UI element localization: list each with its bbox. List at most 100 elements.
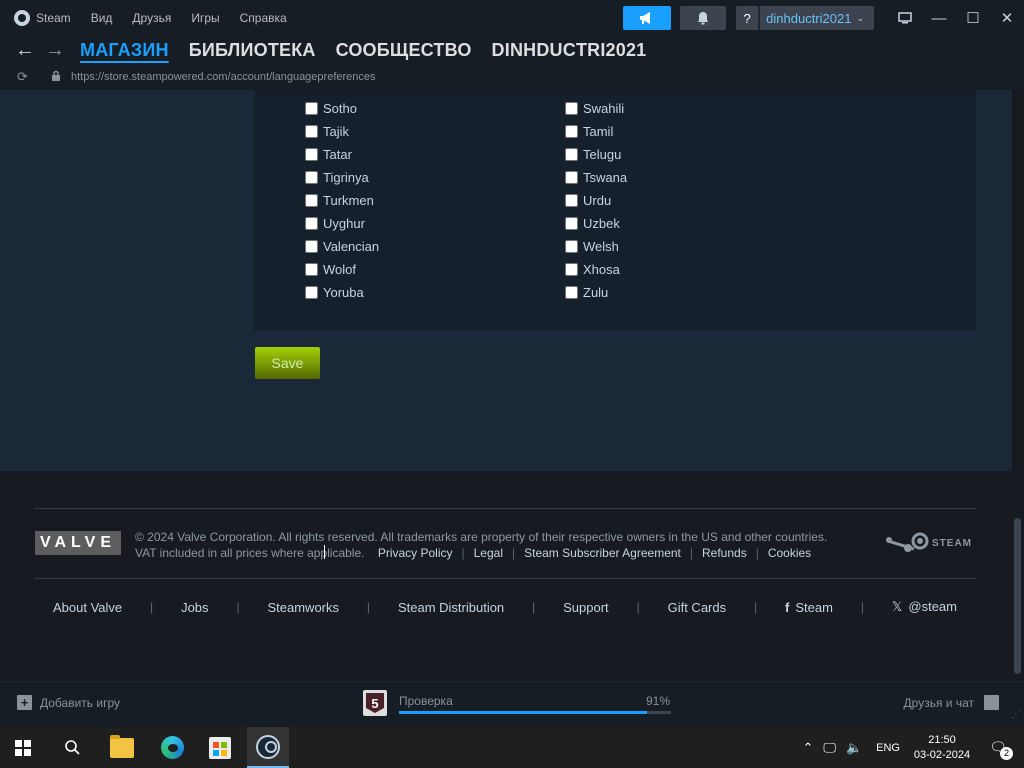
language-checkbox[interactable] — [565, 171, 578, 184]
language-checkbox[interactable] — [305, 217, 318, 230]
language-option[interactable]: Zulu — [565, 281, 627, 304]
language-checkbox[interactable] — [565, 148, 578, 161]
forward-arrow-icon[interactable]: → — [40, 39, 70, 62]
x-steam-link[interactable]: 𝕏 @steam — [892, 599, 957, 615]
tab-store[interactable]: МАГАЗИН — [80, 40, 169, 61]
language-checkbox[interactable] — [305, 286, 318, 299]
language-checkbox[interactable] — [565, 263, 578, 276]
language-option[interactable]: Welsh — [565, 235, 627, 258]
language-checkbox[interactable] — [305, 171, 318, 184]
language-checkbox[interactable] — [565, 286, 578, 299]
language-option[interactable]: Tswana — [565, 166, 627, 189]
language-checkbox[interactable] — [565, 125, 578, 138]
save-button[interactable]: Save — [255, 347, 320, 379]
language-option[interactable]: Uyghur — [305, 212, 379, 235]
language-checkbox[interactable] — [565, 102, 578, 115]
add-game-button[interactable]: + Добавить игру — [17, 695, 120, 710]
valve-logo[interactable]: VALVE — [35, 531, 121, 555]
gift-cards-link[interactable]: Gift Cards — [668, 600, 727, 615]
back-arrow-icon[interactable]: ← — [10, 39, 40, 62]
download-progress-bar[interactable] — [399, 711, 671, 714]
language-option[interactable]: Telugu — [565, 143, 627, 166]
language-option[interactable]: Yoruba — [305, 281, 379, 304]
input-language[interactable]: ENG — [876, 742, 900, 754]
search-button[interactable] — [55, 727, 89, 768]
tab-profile[interactable]: DINHDUCTRI2021 — [492, 40, 647, 61]
notification-center-button[interactable]: 🗨 2 — [986, 736, 1013, 760]
language-option[interactable]: Tamil — [565, 120, 627, 143]
language-option[interactable]: Urdu — [565, 189, 627, 212]
network-icon[interactable]: 🖵 — [823, 740, 836, 756]
language-label: Tigrinya — [323, 170, 369, 185]
volume-muted-icon[interactable]: 🔈 — [846, 740, 862, 756]
language-checkbox[interactable] — [305, 194, 318, 207]
menu-help[interactable]: Справка — [240, 11, 287, 25]
tab-community[interactable]: СООБЩЕСТВО — [336, 40, 472, 61]
language-checkbox[interactable] — [305, 125, 318, 138]
steam-distribution-link[interactable]: Steam Distribution — [398, 600, 504, 615]
system-tray: ⌃ 🖵 🔈 ENG 21:50 03-02-2024 🗨 2 — [803, 727, 1024, 768]
privacy-policy-link[interactable]: Privacy Policy — [378, 546, 453, 560]
friends-chat-button[interactable]: Друзья и чат — [904, 695, 999, 710]
language-option[interactable]: Sotho — [305, 97, 379, 120]
menu-friends[interactable]: Друзья — [132, 11, 171, 25]
close-button[interactable]: ✕ — [990, 0, 1024, 36]
language-option[interactable]: Tatar — [305, 143, 379, 166]
title-bar: Steam Вид Друзья Игры Справка ? dinhduct… — [0, 0, 1024, 36]
ssa-link[interactable]: Steam Subscriber Agreement — [524, 546, 681, 560]
language-option[interactable]: Tajik — [305, 120, 379, 143]
legal-link[interactable]: Legal — [474, 546, 503, 560]
language-checkbox[interactable] — [305, 240, 318, 253]
main-content: Sotho Tajik Tatar Tigrinya Turkmen Uyghur Vale… — [0, 90, 1012, 471]
menu-view[interactable]: Вид — [91, 11, 113, 25]
menu-steam[interactable]: Steam — [14, 10, 71, 26]
announcements-button[interactable] — [623, 6, 672, 30]
start-button[interactable] — [8, 727, 38, 768]
maximize-button[interactable]: ☐ — [956, 0, 990, 36]
language-option[interactable]: Uzbek — [565, 212, 627, 235]
account-menu-button[interactable]: dinhductri2021 ⌄ — [758, 6, 874, 30]
language-option[interactable]: Xhosa — [565, 258, 627, 281]
language-checkbox[interactable] — [305, 263, 318, 276]
edge-button[interactable] — [151, 727, 193, 768]
language-option[interactable]: Tigrinya — [305, 166, 379, 189]
download-status-label[interactable]: Проверка — [399, 694, 453, 708]
tab-library[interactable]: БИБЛИОТЕКА — [189, 40, 316, 61]
download-progress-fill — [399, 711, 647, 714]
store-button[interactable] — [199, 727, 241, 768]
resize-grip-icon[interactable]: ⋰ — [1011, 709, 1021, 720]
language-checkbox[interactable] — [565, 240, 578, 253]
about-valve-link[interactable]: About Valve — [53, 600, 122, 615]
menu-games[interactable]: Игры — [191, 11, 219, 25]
clock[interactable]: 21:50 03-02-2024 — [912, 733, 972, 763]
steam-taskbar-button[interactable] — [247, 727, 289, 768]
url-text[interactable]: https://store.steampowered.com/account/l… — [71, 71, 376, 83]
file-explorer-button[interactable] — [101, 727, 143, 768]
language-option[interactable]: Swahili — [565, 97, 627, 120]
steamworks-link[interactable]: Steamworks — [267, 600, 339, 615]
notifications-button[interactable] — [680, 6, 727, 30]
jobs-link[interactable]: Jobs — [181, 600, 208, 615]
big-picture-button[interactable] — [888, 0, 922, 36]
language-checkbox[interactable] — [305, 148, 318, 161]
language-label: Uzbek — [583, 216, 620, 231]
steam-footer-logo[interactable]: STEAM — [884, 530, 972, 556]
language-label: Swahili — [583, 101, 625, 116]
language-checkbox[interactable] — [565, 194, 578, 207]
page-scrollbar[interactable] — [1012, 90, 1024, 681]
language-option[interactable]: Valencian — [305, 235, 379, 258]
language-checkbox[interactable] — [305, 102, 318, 115]
refunds-link[interactable]: Refunds — [702, 546, 747, 560]
download-game-icon[interactable]: 5 — [363, 690, 387, 716]
refresh-icon[interactable]: ⟳ — [17, 69, 35, 85]
language-option[interactable]: Wolof — [305, 258, 379, 281]
language-option[interactable]: Turkmen — [305, 189, 379, 212]
minimize-button[interactable]: — — [922, 0, 956, 36]
language-checkbox[interactable] — [565, 217, 578, 230]
cookies-link[interactable]: Cookies — [768, 546, 811, 560]
support-link[interactable]: Support — [563, 600, 609, 615]
scrollbar-thumb[interactable] — [1014, 518, 1021, 674]
facebook-steam-link[interactable]: f Steam — [785, 600, 833, 615]
chevron-up-icon[interactable]: ⌃ — [803, 740, 814, 756]
help-button[interactable]: ? — [736, 6, 759, 30]
